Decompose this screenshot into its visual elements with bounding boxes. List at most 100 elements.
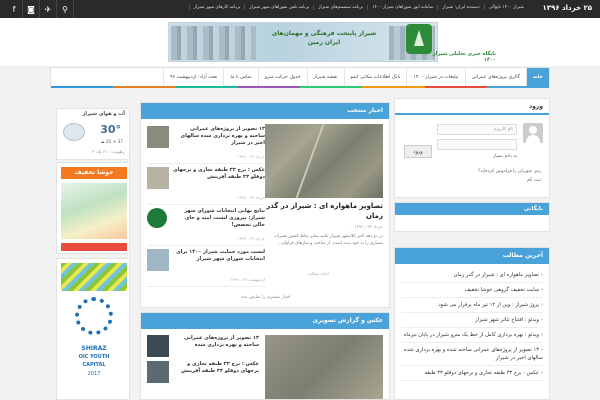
ad-artwork <box>61 183 127 239</box>
temperature: 30° <box>100 123 121 136</box>
ad-banner-discount[interactable]: خوشا تخفیف <box>56 162 130 254</box>
top-link[interactable]: شیراز ۱۴۰۰ تابع‌الی <box>483 5 528 10</box>
top-links: شیراز ۱۴۰۰ تابع‌الی دستنده ایران: شیراز … <box>188 5 528 10</box>
list-item[interactable]: ویدئو : افتتاح تئاتر شهر شیراز <box>401 313 543 328</box>
header-banner[interactable]: شیراز پایتخت فرهنگی و مهمان‌های ایران زم… <box>168 22 438 62</box>
register-link[interactable]: ثبت نام <box>527 178 541 183</box>
latest-posts-widget: آخرین مطالب تصاویر ماهواره ای : شیراز در… <box>394 247 550 400</box>
news-date: اردیبهشت ۲۴ ، ۱۳۹۶ <box>230 277 266 282</box>
site-logo-icon[interactable] <box>406 24 432 54</box>
social-links: f ◙ ✈ ⚲ <box>6 0 74 18</box>
nav-item-discussion[interactable]: بحث آزاد: اردیبهشت ۹۶ <box>163 68 223 86</box>
latest-title: آخرین مطالب <box>395 248 549 264</box>
weather-widget: آب و هوای شیراز 30° 37 ☀ 20 ☁ رطوبت: ۱۰٪… <box>56 108 130 160</box>
current-date: ۲۵ خرداد ۱۳۹۶ <box>542 4 593 12</box>
instagram-icon[interactable]: ◙ <box>23 0 40 18</box>
cloud-icon <box>63 123 85 141</box>
banner-city-image <box>171 26 256 60</box>
news-thumbnail[interactable] <box>147 167 169 189</box>
feature-excerpt: در دو دهه اخیر کلانشهر شیراز مانند سایر … <box>273 234 383 246</box>
top-link[interactable]: برنامه کارهای شهر شیراز <box>188 5 245 10</box>
news-date: خرداد ۲۴ ، ۱۳۹۶ <box>237 154 265 159</box>
news-thumbnail[interactable] <box>147 208 167 228</box>
remember-me-checkbox[interactable]: به یادم بسپار <box>493 154 517 159</box>
archive-widget: بایگانی <box>394 202 550 232</box>
password-field[interactable] <box>437 139 517 150</box>
list-item[interactable]: ۱۳ تصویر از پروژه‌های عمرانی ساخته و بهر… <box>147 124 265 164</box>
photo-title[interactable]: عکس : برج ۳۳ طبقه تجاری و برجهای دوقلو ۳… <box>173 361 259 375</box>
more-news-link[interactable]: اخبار بیشتری را نمایش بده <box>141 295 391 300</box>
login-button[interactable]: ورود <box>404 145 432 158</box>
photo-thumbnail[interactable] <box>147 335 169 357</box>
site-logo-text: پایگاه خبری تحلیلی شیراز ۱۴۰۰ <box>432 51 496 63</box>
nav-item-ads[interactable]: تبلیغات در شیراز ۱۴۰۰ <box>406 68 464 86</box>
list-item[interactable]: سایت تخفیف گروهی خوشا تخفیف <box>401 283 543 298</box>
search-icon[interactable]: ⚲ <box>57 0 74 18</box>
login-title: ورود <box>395 99 549 115</box>
list-item[interactable]: نتایج نهایی انتخابات شورای شهر شیراز: پی… <box>147 206 265 246</box>
ad-year: 2017 <box>87 371 101 377</box>
site-header: شیراز پایتخت فرهنگی و مهمان‌های ایران زم… <box>0 18 600 66</box>
ad-brand: خوشا تخفیف <box>61 167 127 179</box>
nav-item-gallery[interactable]: گالری پروژه‌های عمرانی <box>464 68 526 86</box>
latest-list: تصاویر ماهواره ای : شیراز در گذر زمان سا… <box>395 264 549 385</box>
news-title[interactable]: لیست مورد حمایت شیراز ۱۴۰۰ برای انتخابات… <box>173 249 265 263</box>
list-item[interactable]: تصاویر ماهواره ای : شیراز در گذر زمان <box>401 268 543 283</box>
news-date: خرداد ۲۴ ، ۱۳۹۶ <box>237 236 265 241</box>
list-item[interactable]: عکس : برج ۳۳ طبقه تجاری و برجهای دوقلو ۳… <box>401 366 543 381</box>
top-link[interactable]: دستنده ایران: شیراز <box>437 5 483 10</box>
feature-headline[interactable]: تصاویر ماهواره ای : شیراز در گذر زمان <box>265 201 383 221</box>
list-item[interactable]: ویدئو : بهره برداری کامل از خط یک مترو ش… <box>401 328 543 343</box>
forgot-password-link[interactable]: رمز عبورتان را فراموش کرده‌اید؟ <box>478 169 541 174</box>
nav-item-home[interactable]: خانه <box>526 68 549 86</box>
top-link[interactable]: برنامه سیستم‌های شیراز <box>313 5 367 10</box>
photo-feature-image[interactable] <box>265 335 383 399</box>
feature-satellite-image[interactable] <box>265 124 383 198</box>
ad-title: SHIRAZ <box>81 345 107 352</box>
nav-color-strip <box>51 86 549 88</box>
photo-reports: عکس و گزارش تصویری ۱۳ تصویر از پروژه‌های… <box>140 312 390 400</box>
list-item[interactable]: ۱۳ تصویر از پروژه‌های عمرانی ساخته شده و… <box>401 343 543 366</box>
weather-title: آب و هوای شیراز <box>82 111 125 117</box>
ad-emblem-icon <box>75 297 113 335</box>
list-item[interactable]: عکس : برج ۳۳ طبقه تجاری و برجهای دوقلو ۳… <box>147 165 265 205</box>
ad-subtitle: OIC YOUTH <box>78 354 110 360</box>
top-link[interactable]: سامانه انور شوراهای شیراز ۱۴۰۰ <box>367 5 437 10</box>
news-title[interactable]: عکس : برج ۳۳ طبقه تجاری و برجهای دوقلو ۳… <box>173 167 265 181</box>
weather-stats: 37 ☀ 20 ☁ <box>100 139 123 144</box>
photo-title[interactable]: ۱۳ تصویر از پروژه‌های عمرانی ساخته و بهر… <box>173 335 259 349</box>
login-widget: ورود نام کاربری به یادم بسپار ورود رمز ع… <box>394 98 550 198</box>
archive-title: بایگانی <box>395 203 549 215</box>
username-field[interactable]: نام کاربری <box>437 124 517 135</box>
nav-item-metro[interactable]: جدول حرکت مترو <box>257 68 307 86</box>
feature-meta: خرداد ۲۴ ، ۱۳۹۶ ۰ <box>350 224 383 229</box>
telegram-icon[interactable]: ✈ <box>40 0 57 18</box>
featured-news-title: اخبار منتخب <box>141 103 389 119</box>
weather-meta: رطوبت: ۱۰٪ باد: ۳ <box>92 149 125 154</box>
banner-text: شیراز پایتخت فرهنگی و مهمان‌های ایران زم… <box>271 30 377 46</box>
ad-footer <box>61 243 127 251</box>
news-thumbnail[interactable] <box>147 126 169 148</box>
feature-read-more[interactable]: ادامه مطلب <box>308 271 329 276</box>
user-avatar-icon <box>523 123 543 143</box>
ad-pattern <box>61 263 127 291</box>
nav-item-contact[interactable]: تماس با ما <box>223 68 257 86</box>
ad-caption: CAPITAL <box>82 362 106 368</box>
news-list: ۱۳ تصویر از پروژه‌های عمرانی ساخته و بهر… <box>147 124 265 288</box>
photo-reports-title: عکس و گزارش تصویری <box>141 313 389 329</box>
nav-item-gis-bank[interactable]: بانک اطلاعات مکانی ایمو <box>343 68 407 86</box>
list-item[interactable]: پروژ شیراز : وین از ۱۲ تیر ماه برقرار می… <box>401 298 543 313</box>
photo-thumbnail[interactable] <box>147 361 169 383</box>
top-link[interactable]: برنامه تلفن شوراهای شهر شیراز <box>244 5 313 10</box>
news-title[interactable]: نتایج نهایی انتخابات شورای شهر شیراز: پی… <box>173 208 265 229</box>
list-item[interactable]: لیست مورد حمایت شیراز ۱۴۰۰ برای انتخابات… <box>147 247 265 287</box>
news-title[interactable]: ۱۳ تصویر از پروژه‌های عمرانی ساخته و بهر… <box>173 126 265 147</box>
facebook-icon[interactable]: f <box>6 0 23 18</box>
top-bar: ۲۵ خرداد ۱۳۹۶ شیراز ۱۴۰۰ تابع‌الی دستنده… <box>0 0 600 18</box>
news-date: خرداد ۲۴ ، ۱۳۹۶ <box>237 195 265 200</box>
ad-banner-shiraz-youth[interactable]: SHIRAZ OIC YOUTH CAPITAL 2017 <box>56 258 130 400</box>
news-thumbnail[interactable] <box>147 249 169 271</box>
nav-item-map[interactable]: نقشه شیراز <box>306 68 344 86</box>
featured-news: اخبار منتخب تصاویر ماهواره ای : شیراز در… <box>140 102 390 308</box>
main-nav: خانه گالری پروژه‌های عمرانی تبلیغات در ش… <box>50 67 550 88</box>
